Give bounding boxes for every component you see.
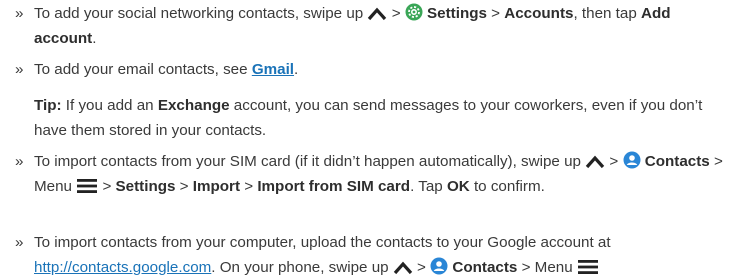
item-text: . [92, 30, 97, 47]
import-label: Import [192, 178, 241, 195]
settings-label: Settings [115, 178, 176, 195]
item-text: . Tap [410, 178, 447, 195]
chevron-up-icon [393, 261, 413, 275]
item-text: . On your phone, swipe up [211, 259, 393, 276]
exchange-label: Exchange [157, 97, 230, 114]
bullet: » [15, 234, 24, 251]
import-sim-label: Import from SIM card [257, 178, 411, 195]
item-text: To import contacts from your SIM card (i… [34, 153, 586, 170]
contacts-person-icon [430, 257, 448, 275]
contacts-label: Contacts [452, 259, 518, 276]
item-text: , then tap [573, 5, 642, 22]
tip-label: Tip: [34, 97, 62, 114]
chevron-up-icon [585, 155, 605, 169]
item-text: > [240, 178, 258, 195]
settings-gear-icon [405, 3, 423, 21]
item-text: > [175, 178, 193, 195]
item-text: > [387, 5, 405, 22]
item-text: > [98, 178, 116, 195]
tip-text: If you add an [61, 97, 158, 114]
item-text: > [605, 153, 623, 170]
item-text: To import contacts from your computer, u… [34, 234, 611, 251]
tip-paragraph: Tip: If you add an Exchange account, you… [15, 93, 732, 143]
accounts-label: Accounts [504, 5, 574, 22]
item-text: to confirm. [469, 178, 545, 195]
chevron-up-icon [367, 7, 387, 21]
menu-hamburger-icon [76, 178, 98, 194]
list-item: » To import contacts from your SIM card … [15, 149, 732, 199]
settings-label: Settings [427, 5, 487, 22]
contacts-url-link[interactable]: http://contacts.google.com [34, 259, 211, 276]
contacts-person-icon [623, 151, 641, 169]
bullet: » [15, 61, 24, 78]
gmail-link[interactable]: Gmail [252, 61, 294, 78]
item-text: . [294, 61, 299, 78]
list-item: » To add your email contacts, see Gmail. [15, 57, 298, 82]
ok-label: OK [446, 178, 470, 195]
bullet: » [15, 5, 24, 22]
item-text: To add your social networking contacts, … [34, 5, 364, 22]
list-item: » To add your social networking contacts… [15, 1, 732, 51]
item-text: To add your email contacts, see [34, 61, 252, 78]
item-text: > Menu [517, 259, 577, 276]
list-item: » To import contacts from your computer,… [15, 230, 732, 280]
contacts-label: Contacts [644, 153, 710, 170]
item-text: > [486, 5, 505, 22]
bullet: » [15, 153, 24, 170]
item-text: > [412, 259, 431, 276]
menu-hamburger-icon [577, 259, 599, 275]
